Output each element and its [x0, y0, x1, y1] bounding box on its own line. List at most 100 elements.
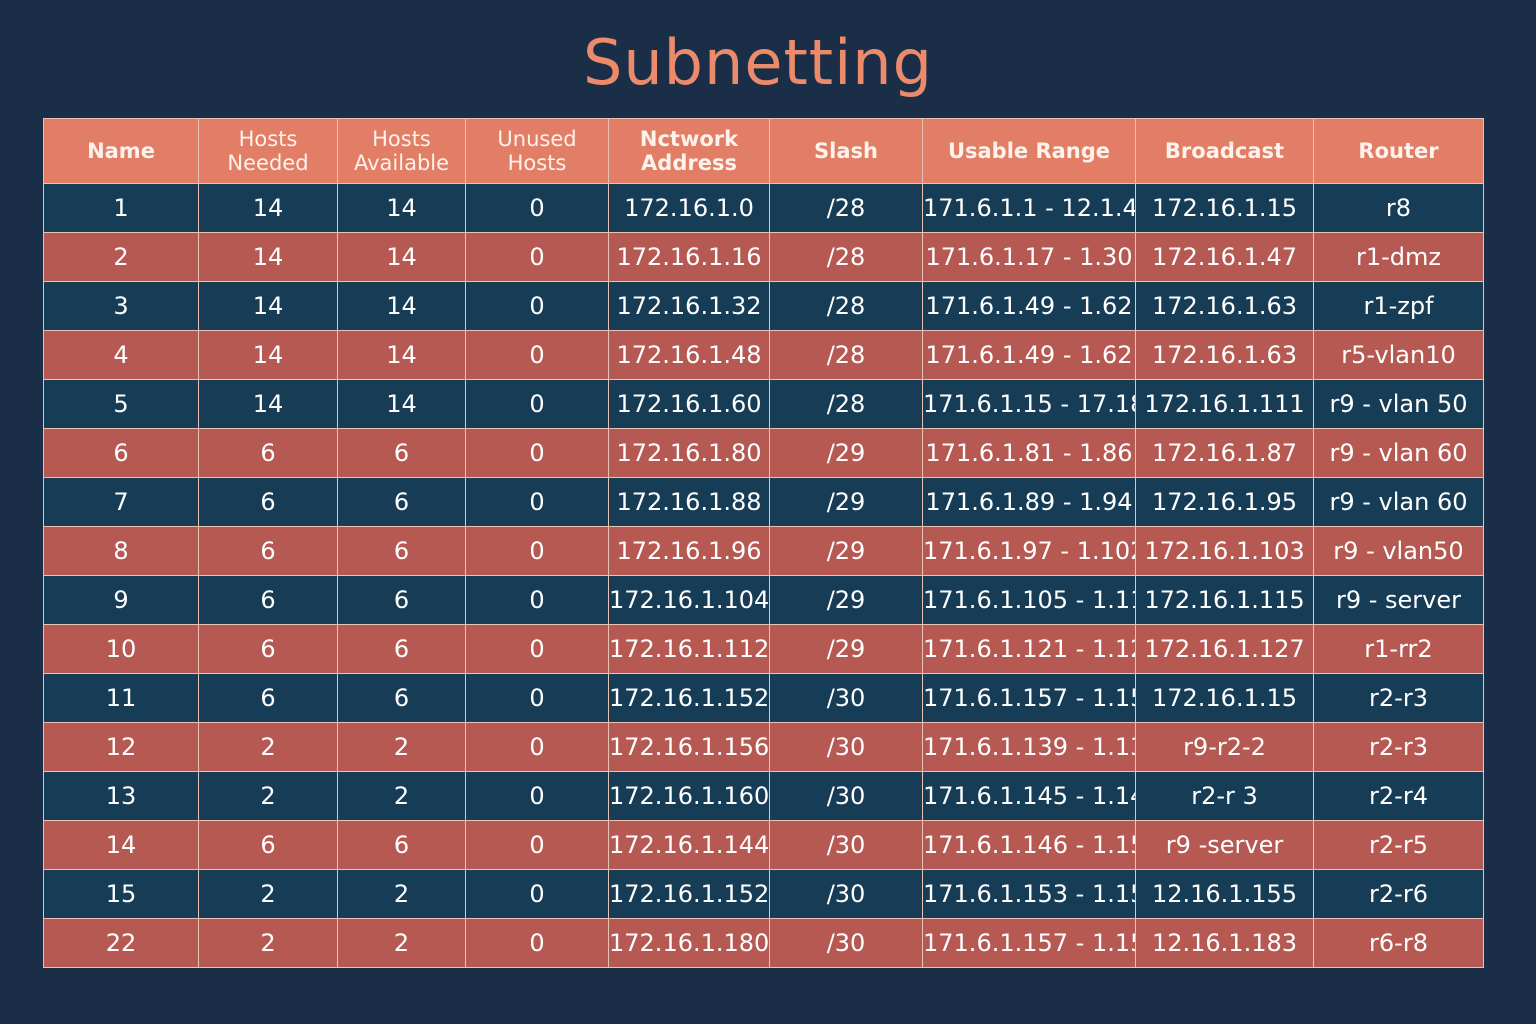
cell-broadcast: 172.16.1.115 [1135, 575, 1314, 625]
cell-broadcast: 172.16.1.111 [1135, 379, 1314, 429]
cell-unused-hosts: 0 [465, 428, 609, 478]
cell-name: 9 [43, 575, 199, 625]
table-row: 13220172.16.1.160/30171.6.1.145 - 1.142r… [43, 771, 1484, 821]
cell-router: r9 - server [1313, 575, 1484, 625]
cell-network-address: 172.16.1.60 [608, 379, 770, 429]
table-row: 2 14 14 0 172.16.1.16/28 171.6.1.17 - 1.30 172… [43, 232, 1484, 282]
cell-hosts-needed: 14 [198, 379, 338, 429]
cell-slash: /30 [769, 673, 923, 723]
cell-hosts-available: 6 [337, 575, 466, 625]
cell-hosts-needed: 2 [198, 771, 338, 821]
cell-router: r2-r5 [1313, 820, 1484, 870]
cell-slash: /28 [769, 330, 923, 380]
cell-router: r1-dmz [1313, 232, 1484, 282]
cell-unused-hosts: 0 [465, 869, 609, 919]
table-row: 4 14 14 0 172.16.1.48/28 171.6.1.49 - 1.62 172… [43, 330, 1484, 380]
cell-unused-hosts: 0 [465, 526, 609, 576]
cell-hosts-available: 6 [337, 624, 466, 674]
cell-hosts-available: 6 [337, 477, 466, 527]
cell-hosts-needed: 2 [198, 722, 338, 772]
cell-broadcast: 172.16.1.127 [1135, 624, 1314, 674]
header-router: Router [1313, 118, 1484, 184]
header-slash: Slash [769, 118, 923, 184]
cell-hosts-needed: 6 [198, 673, 338, 723]
cell-network-address: 172.16.1.180 [608, 918, 770, 968]
cell-router: r1-rr2 [1313, 624, 1484, 674]
cell-name: 7 [43, 477, 199, 527]
table-row: 14660172.16.1.144/30171.6.1.146 - 1.150r… [43, 820, 1484, 870]
page-title: Subnetting [583, 26, 933, 99]
header-name: Name [43, 118, 199, 184]
header-hosts-needed: Hosts Needed [198, 118, 338, 184]
cell-name: 1 [43, 183, 199, 233]
cell-unused-hosts: 0 [465, 330, 609, 380]
cell-router: r1-zpf [1313, 281, 1484, 331]
cell-slash: /30 [769, 918, 923, 968]
cell-broadcast: 172.16.1.15 [1135, 673, 1314, 723]
cell-slash: /28 [769, 232, 923, 282]
cell-network-address: 172.16.1.32 [608, 281, 770, 331]
cell-name: 10 [43, 624, 199, 674]
cell-router: r9 - vlan 50 [1313, 379, 1484, 429]
table-row: 10660172.16.1.112/29171.6.1.121 - 1.1261… [43, 624, 1484, 674]
cell-usable-range: 171.6.1.121 - 1.126 [922, 624, 1136, 674]
subnetting-page: Subnetting Name Hosts Needed Hosts Avail… [0, 0, 1536, 1024]
cell-broadcast: 12.16.1.155 [1135, 869, 1314, 919]
cell-network-address: 172.16.1.160 [608, 771, 770, 821]
cell-slash: /29 [769, 526, 923, 576]
table-row: 7 6 6 0 172.16.1.88/29 171.6.1.89 - 1.94 172.1… [43, 477, 1484, 527]
cell-broadcast: 172.16.1.63 [1135, 330, 1314, 380]
cell-slash: /28 [769, 183, 923, 233]
cell-unused-hosts: 0 [465, 771, 609, 821]
table-row: 9660172.16.1.104/29171.6.1.105 - 1.11017… [43, 575, 1484, 625]
cell-router: r9 - vlan 60 [1313, 428, 1484, 478]
header-usable-range: Usable Range [922, 118, 1136, 184]
cell-usable-range: 171.6.1.105 - 1.110 [922, 575, 1136, 625]
cell-broadcast: r2-r 3 [1135, 771, 1314, 821]
cell-name: 15 [43, 869, 199, 919]
table-row: 1 14 14 0 172.16.1.0/28 171.6.1.1 - 12.1.4 172… [43, 183, 1484, 233]
cell-name: 14 [43, 820, 199, 870]
table-row: 11660172.16.1.152/30171.6.1.157 - 1.1581… [43, 673, 1484, 723]
cell-hosts-needed: 14 [198, 281, 338, 331]
cell-usable-range: 171.6.1.15 - 17.18 [922, 379, 1136, 429]
cell-hosts-available: 6 [337, 673, 466, 723]
table-row: 12220172.16.1.156/30171.6.1.139 - 1.132r… [43, 722, 1484, 772]
subnet-table: Name Hosts Needed Hosts Available Unused… [43, 118, 1484, 968]
cell-slash: /28 [769, 281, 923, 331]
cell-name: 12 [43, 722, 199, 772]
cell-usable-range: 171.6.1.89 - 1.94 [922, 477, 1136, 527]
table-row: 6 6 6 0 172.16.1.80/29 171.6.1.81 - 1.86 172.1… [43, 428, 1484, 478]
header-unused-hosts: Unused Hosts [465, 118, 609, 184]
cell-unused-hosts: 0 [465, 281, 609, 331]
cell-network-address: 172.16.1.48 [608, 330, 770, 380]
cell-network-address: 172.16.1.0 [608, 183, 770, 233]
header-network-address: Nctwork Address [608, 118, 770, 184]
cell-unused-hosts: 0 [465, 820, 609, 870]
cell-slash: /30 [769, 820, 923, 870]
cell-usable-range: 171.6.1.1 - 12.1.4 [922, 183, 1136, 233]
cell-router: r2-r3 [1313, 673, 1484, 723]
cell-slash: /30 [769, 771, 923, 821]
cell-hosts-needed: 2 [198, 918, 338, 968]
cell-broadcast: r9 -server [1135, 820, 1314, 870]
cell-usable-range: 171.6.1.145 - 1.142 [922, 771, 1136, 821]
cell-hosts-available: 2 [337, 869, 466, 919]
header-hosts-available: Hosts Available [337, 118, 466, 184]
cell-network-address: 172.16.1.152 [608, 869, 770, 919]
cell-unused-hosts: 0 [465, 673, 609, 723]
cell-hosts-available: 2 [337, 771, 466, 821]
cell-broadcast: 172.16.1.47 [1135, 232, 1314, 282]
cell-broadcast: 12.16.1.183 [1135, 918, 1314, 968]
cell-broadcast: 172.16.1.95 [1135, 477, 1314, 527]
table-body: 1 14 14 0 172.16.1.0/28 171.6.1.1 - 12.1.4 172… [43, 183, 1484, 968]
cell-hosts-needed: 6 [198, 624, 338, 674]
cell-hosts-needed: 6 [198, 428, 338, 478]
cell-hosts-available: 14 [337, 281, 466, 331]
table-row: 15220172.16.1.152/30171.6.1.153 - 1.1541… [43, 869, 1484, 919]
cell-unused-hosts: 0 [465, 183, 609, 233]
cell-unused-hosts: 0 [465, 379, 609, 429]
cell-hosts-needed: 2 [198, 869, 338, 919]
cell-usable-range: 171.6.1.153 - 1.154 [922, 869, 1136, 919]
cell-hosts-available: 6 [337, 428, 466, 478]
